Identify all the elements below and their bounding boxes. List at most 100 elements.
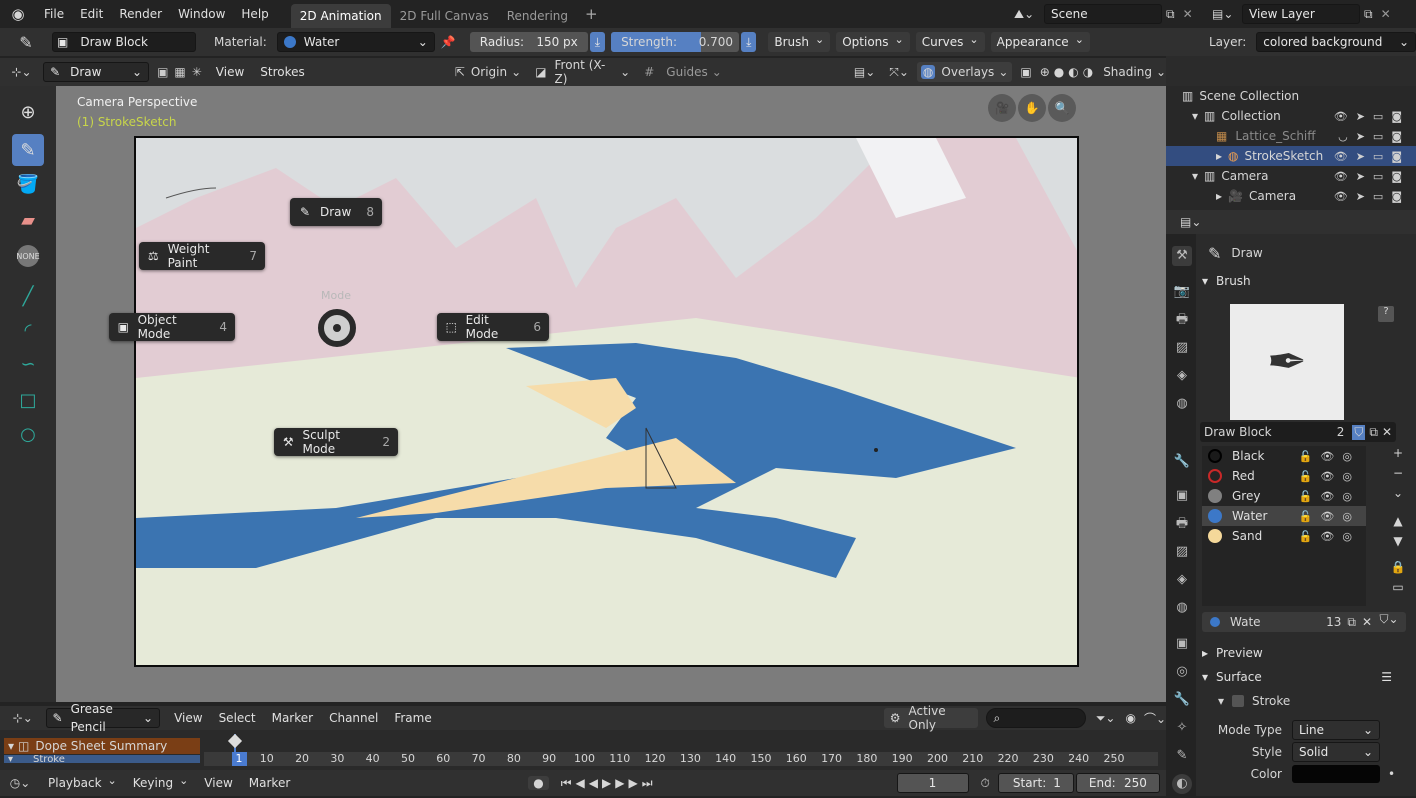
xray-icon[interactable]: ▣ (1020, 65, 1031, 79)
current-frame-field[interactable]: 1 (896, 773, 969, 793)
visibility-icons[interactable]: 👁➤▭◙ (1334, 150, 1416, 163)
scene-icon[interactable]: ⛰⌄ (1014, 7, 1044, 22)
slot-specials-icon[interactable]: ⌄ (1384, 486, 1412, 508)
brush-selector[interactable]: ▣ Draw Block (52, 32, 196, 52)
camera-view-icon[interactable]: 🎥 (988, 94, 1016, 122)
outliner-row-lattice[interactable]: ▦ Lattice_Schiff ◡➤▭◙ (1166, 126, 1416, 146)
material-slot-black[interactable]: Black 🔓👁◎ (1202, 446, 1366, 466)
curve-tool-icon[interactable]: ∽ (12, 348, 44, 380)
delete-view-layer-icon[interactable]: ✕ (1381, 7, 1391, 21)
material-toggle-icons[interactable]: 🔓👁◎ (1299, 450, 1366, 463)
effects-tab-icon[interactable]: ✧ (1172, 718, 1192, 738)
appearance-menu[interactable]: Appearance (990, 32, 1090, 52)
curves-menu[interactable]: Curves (915, 32, 985, 52)
help-icon[interactable]: ? (1378, 306, 1394, 322)
mode-selector[interactable]: ✎ Draw ⌄ (43, 62, 150, 82)
material-unlink-icon[interactable]: ✕ (1362, 615, 1372, 629)
transport-controls[interactable]: ⏮◀◀▶▶▶⏭ (561, 776, 657, 791)
gizmo-icon[interactable]: ⤧⌄ (889, 65, 909, 80)
delete-scene-icon[interactable]: ✕ (1183, 7, 1193, 21)
outliner-row-camera-collection[interactable]: ▾ ▥ Camera 👁➤▭◙ (1166, 166, 1416, 186)
render-tab-icon[interactable]: 📷 (1172, 282, 1192, 302)
box-tool-icon[interactable]: □ (12, 384, 44, 416)
visibility-icons[interactable]: ◡➤▭◙ (1338, 130, 1416, 143)
editor-type-icon[interactable]: ⊹⌄ (0, 65, 43, 79)
pie-item-sculpt-mode[interactable]: ⚒ Sculpt Mode 2 (274, 428, 398, 456)
material-toggle-icons[interactable]: 🔓👁◎ (1299, 510, 1366, 523)
world-tab-icon[interactable]: ◍ (1172, 394, 1192, 414)
keyframe-diamond[interactable] (227, 733, 243, 749)
erase-tool-icon[interactable]: ▰ (12, 204, 44, 236)
globe-tab-icon[interactable]: ◍ (1172, 598, 1192, 618)
pie-item-edit-mode[interactable]: ⬚ Edit Mode 6 (437, 313, 549, 341)
preview-panel-header[interactable]: ▸ Preview (1200, 642, 1412, 664)
timeline-menu-marker[interactable]: Marker (264, 706, 321, 730)
material-toggle-icons[interactable]: 🔓👁◎ (1299, 530, 1366, 543)
tab-2d-full-canvas[interactable]: 2D Full Canvas (391, 4, 498, 28)
select-mode-icons[interactable]: ▣▦✳ (157, 65, 208, 79)
material-slot-red[interactable]: Red 🔓👁◎ (1202, 466, 1366, 486)
dope-sheet-editor-icon[interactable]: ⊹⌄ (0, 711, 46, 725)
active-only-toggle[interactable]: ⚙ Active Only (883, 704, 979, 732)
outliner-row-collection[interactable]: ▾ ▥ Collection 👁➤▭◙ (1166, 106, 1416, 126)
pencil-icon[interactable]: ✎ (0, 33, 52, 52)
output-tab-icon[interactable]: 🖶 (1172, 310, 1192, 330)
fake-user-icon[interactable]: ⛉ (1352, 424, 1366, 440)
properties-editor-icon[interactable]: ▤⌄ (1180, 215, 1201, 229)
stroke-checkbox[interactable] (1232, 695, 1245, 707)
tool-tab-icon[interactable]: ⚒ (1172, 246, 1192, 266)
falloff-icon[interactable]: ⌒⌄ (1144, 710, 1166, 727)
duplicate-icon[interactable]: ⧉ (1369, 425, 1378, 440)
remove-slot-icon[interactable]: − (1384, 466, 1412, 486)
physics-tab-icon[interactable]: ◈ (1172, 570, 1192, 590)
stroke-color-swatch[interactable] (1292, 765, 1380, 783)
shading-modes-icons[interactable]: ⊕●◐◑ (1040, 65, 1097, 79)
footer-marker-menu[interactable]: Marker (241, 769, 298, 797)
shading-menu[interactable]: Shading ⌄ (1103, 65, 1166, 79)
outliner-row-strokesketch[interactable]: ▸ ◍ StrokeSketch 👁➤▭◙ (1166, 146, 1416, 166)
menu-help[interactable]: Help (233, 0, 276, 28)
brush-panel-header[interactable]: ▾ Brush (1200, 270, 1412, 292)
footer-view-menu[interactable]: View (196, 769, 240, 797)
timeline-menu-select[interactable]: Select (211, 706, 264, 730)
timeline-menu-view[interactable]: View (166, 706, 210, 730)
frame-ruler[interactable]: 1 10 20 30 40 50 60 70 80 90 100 110 120 130 140 150 160… (204, 733, 1158, 770)
view-layer-tab-icon[interactable]: ▨ (1172, 338, 1192, 358)
color-picker-icon[interactable]: • (1388, 767, 1395, 781)
wrench-tab-icon[interactable]: 🔧 (1172, 452, 1192, 472)
dope-sheet-search-input[interactable]: ⌕ (986, 708, 1086, 728)
timeline-menu-frame[interactable]: Frame (386, 706, 439, 730)
brush-preview-image[interactable]: ✒ (1230, 304, 1344, 420)
radius-pressure-icon[interactable]: ⤓ (589, 32, 606, 52)
stroke-channel[interactable]: ▾ Stroke (4, 755, 200, 763)
layer-selector[interactable]: colored background ⌄ (1256, 32, 1416, 52)
list-icon[interactable]: ☰ (1381, 666, 1392, 688)
brush-datablock[interactable]: Draw Block 2 ⛉ ⧉ ✕ (1200, 422, 1396, 442)
pie-item-object-mode[interactable]: ▣ Object Mode 4 (109, 313, 235, 341)
object-data-tab-icon[interactable]: ▣ (1172, 634, 1192, 654)
material-datablock[interactable]: Wate 13 ⧉ ✕ (1202, 612, 1378, 632)
style-dropdown[interactable]: Solid ⌄ (1292, 742, 1380, 762)
view-layer-icon[interactable]: ▤⌄ (1212, 7, 1242, 21)
menu-strokes[interactable]: Strokes (252, 58, 313, 86)
pan-hand-icon[interactable]: ✋ (1018, 94, 1046, 122)
material-toggle-icons[interactable]: 🔓👁◎ (1299, 470, 1366, 483)
constraints-tab-icon[interactable]: ◎ (1172, 662, 1192, 682)
blender-logo-icon[interactable]: ◉ (0, 5, 36, 23)
surface-panel-header[interactable]: ▾ Surface ☰ (1200, 666, 1412, 688)
move-up-icon[interactable]: ▲ (1384, 514, 1412, 534)
visibility-icons[interactable]: 👁➤▭◙ (1334, 110, 1416, 123)
object-type-visibility-icon[interactable]: ▤⌄ (854, 65, 875, 79)
dope-sheet-summary-channel[interactable]: ▾ ◫ Dope Sheet Summary (4, 738, 200, 754)
pie-item-draw[interactable]: ✎ Draw 8 (290, 198, 382, 226)
move-down-icon[interactable]: ▼ (1384, 534, 1412, 554)
link-type-icon[interactable]: ⛉⌄ (1372, 612, 1406, 632)
options-menu[interactable]: Options (836, 32, 910, 52)
unlink-icon[interactable]: ✕ (1382, 425, 1392, 439)
proportional-icon[interactable]: ◉ (1125, 711, 1135, 725)
record-icon[interactable]: ● (528, 776, 549, 790)
lock-icon[interactable]: 🔒 (1384, 560, 1412, 580)
gp-data-tab-icon[interactable]: ✎ (1172, 746, 1192, 766)
material-slot-water[interactable]: Water 🔓👁◎ (1202, 506, 1366, 526)
mode-type-dropdown[interactable]: Line ⌄ (1292, 720, 1380, 740)
